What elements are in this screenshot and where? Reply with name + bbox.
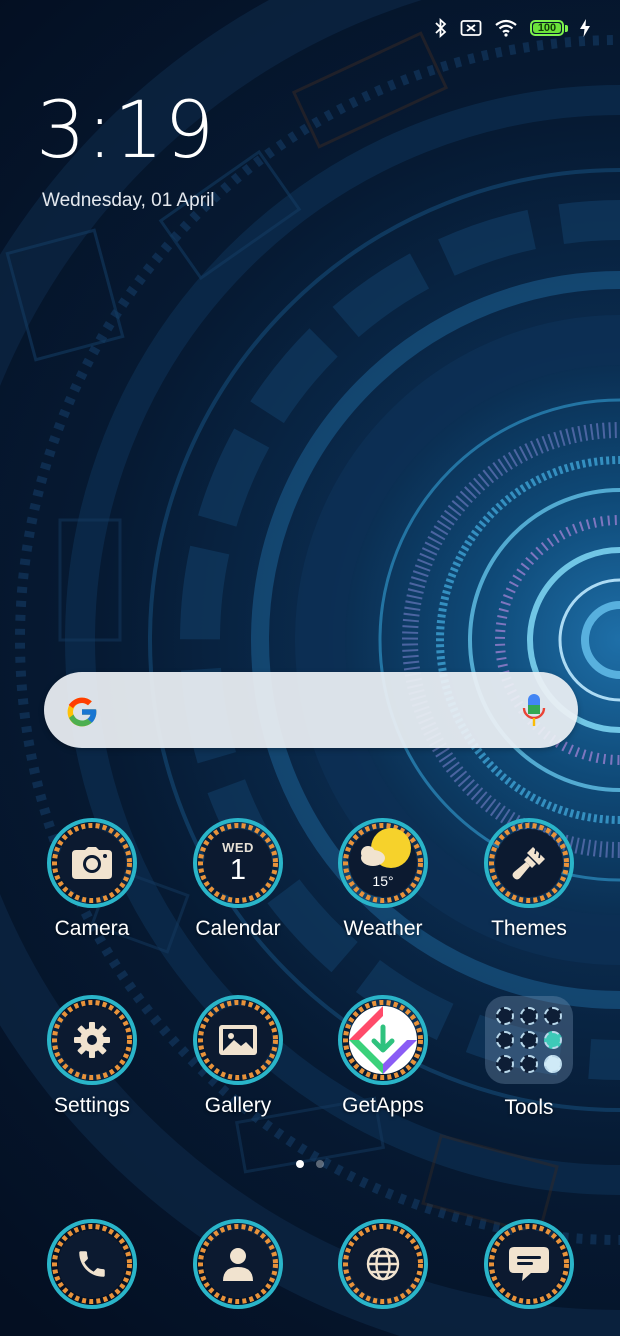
calendar-weekday: WED xyxy=(222,839,254,855)
battery-level: 100 xyxy=(537,22,557,34)
messages-icon xyxy=(509,1247,549,1281)
app-weather[interactable]: 15° Weather xyxy=(310,817,456,941)
clock-time[interactable]: 3:19 xyxy=(36,92,215,170)
page-dot-active[interactable] xyxy=(296,1160,304,1168)
phone-icon xyxy=(79,1251,105,1277)
google-logo xyxy=(67,697,97,727)
app-folder-tools[interactable]: Tools xyxy=(456,994,602,1120)
page-dot[interactable] xyxy=(316,1160,324,1168)
app-label: Tools xyxy=(504,1096,554,1119)
app-label: Weather xyxy=(343,917,423,940)
browser-globe-icon xyxy=(366,1247,400,1281)
calendar-date: 1 xyxy=(229,853,247,886)
contacts-icon xyxy=(223,1248,253,1281)
no-sim-icon xyxy=(460,20,482,36)
bluetooth-icon xyxy=(435,18,447,38)
app-themes[interactable]: Themes xyxy=(456,817,602,941)
dock-messages[interactable] xyxy=(456,1218,602,1310)
battery-icon: 100 xyxy=(530,20,568,36)
gear-icon xyxy=(74,1022,110,1058)
wifi-icon xyxy=(495,19,517,37)
app-label: GetApps xyxy=(342,1094,424,1117)
page-indicator[interactable] xyxy=(0,1160,620,1168)
paintbrush-icon xyxy=(512,847,545,880)
app-label: Themes xyxy=(491,917,567,940)
app-label: Gallery xyxy=(204,1094,272,1117)
getapps-icon xyxy=(349,1006,417,1074)
status-bar: 100 xyxy=(434,14,590,42)
app-getapps[interactable]: GetApps xyxy=(310,994,456,1118)
calendar-icon: WED 1 xyxy=(192,817,284,909)
google-search-bar[interactable] xyxy=(44,672,578,748)
charging-bolt-icon xyxy=(580,19,590,37)
folder-icon xyxy=(485,996,573,1084)
app-calendar[interactable]: WED 1 Calendar xyxy=(165,817,311,941)
clock-date[interactable]: Wednesday, 01 April xyxy=(42,190,215,212)
image-icon xyxy=(219,1025,257,1055)
dock-phone[interactable] xyxy=(19,1218,165,1310)
mic-icon[interactable] xyxy=(522,693,546,727)
app-label: Calendar xyxy=(195,917,281,940)
dock-browser[interactable] xyxy=(310,1218,456,1310)
camera-icon xyxy=(72,847,112,879)
dock-contacts[interactable] xyxy=(165,1218,311,1310)
app-gallery[interactable]: Gallery xyxy=(165,994,311,1118)
weather-sun-cloud-icon xyxy=(361,828,411,868)
app-settings[interactable]: Settings xyxy=(19,994,165,1118)
weather-temperature: 15° xyxy=(372,873,394,889)
app-camera[interactable]: Camera xyxy=(19,817,165,941)
app-label: Settings xyxy=(54,1094,130,1117)
app-label: Camera xyxy=(54,917,130,940)
